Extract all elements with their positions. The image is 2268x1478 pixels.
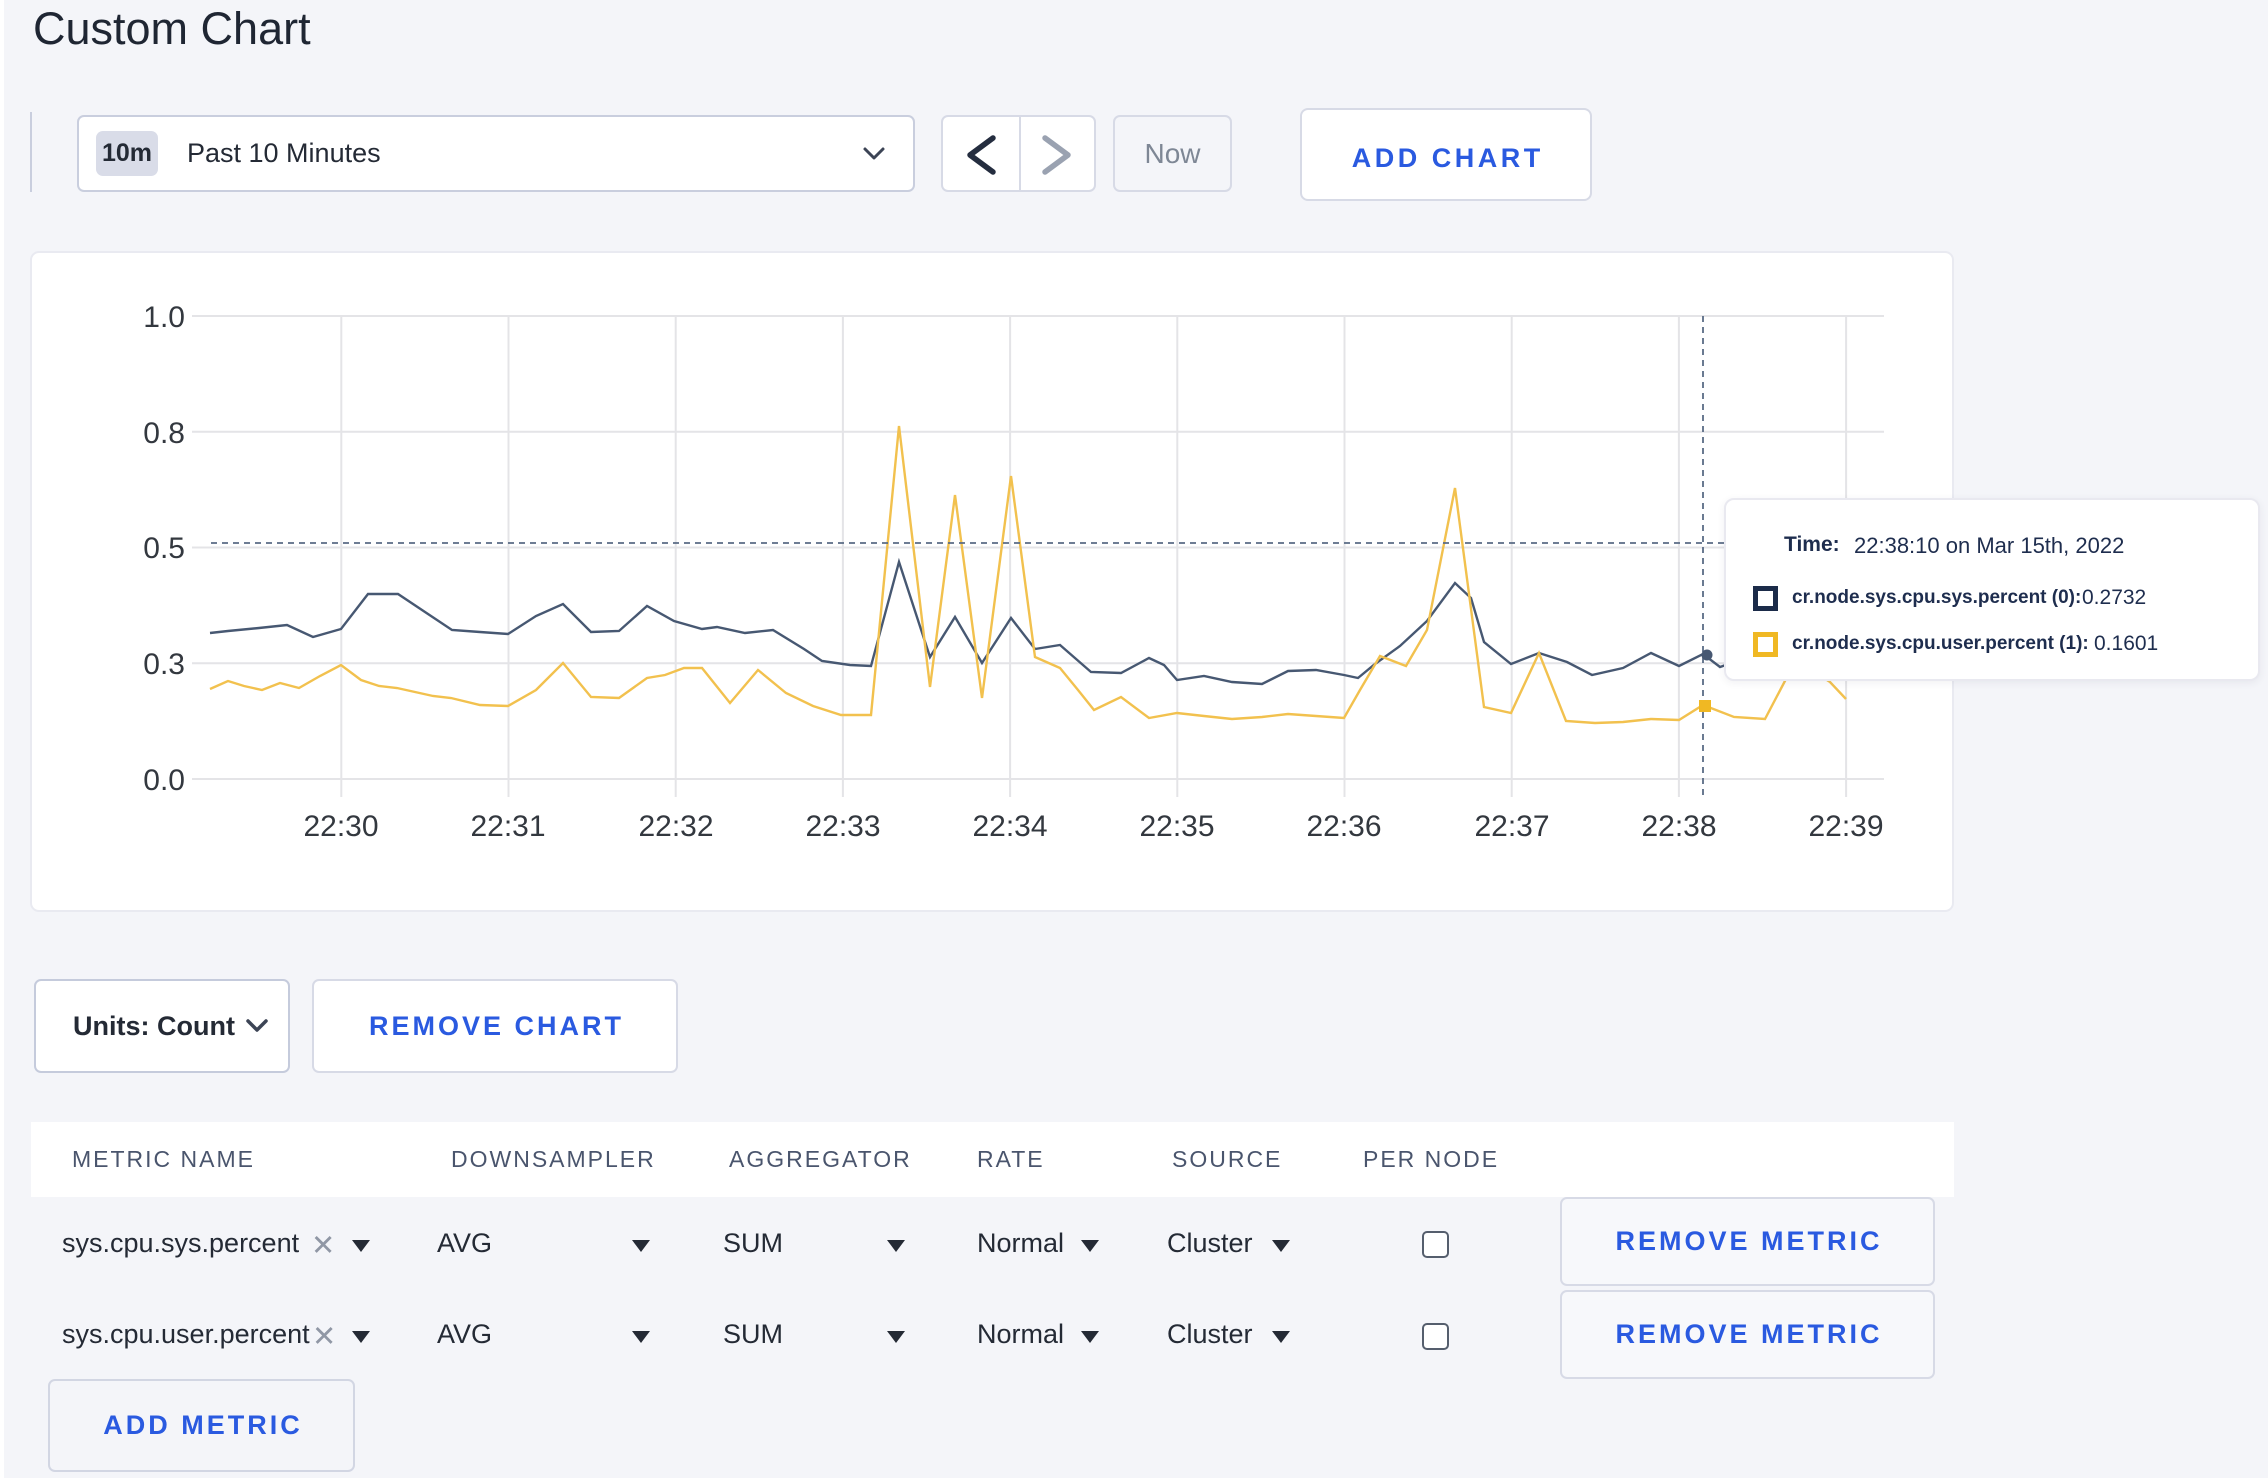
svg-text:22:38: 22:38 (1641, 810, 1716, 843)
svg-text:22:36: 22:36 (1306, 810, 1381, 843)
svg-text:22:34: 22:34 (972, 810, 1047, 843)
svg-text:22:37: 22:37 (1474, 810, 1549, 843)
svg-text:22:33: 22:33 (805, 810, 880, 843)
svg-text:22:35: 22:35 (1139, 810, 1214, 843)
svg-text:1.0: 1.0 (143, 301, 185, 334)
svg-text:0.3: 0.3 (143, 648, 185, 681)
svg-text:22:30: 22:30 (303, 810, 378, 843)
svg-text:0.5: 0.5 (143, 532, 185, 565)
svg-text:0.0: 0.0 (143, 764, 185, 797)
svg-text:22:39: 22:39 (1808, 810, 1883, 843)
svg-text:22:32: 22:32 (638, 810, 713, 843)
svg-text:0.8: 0.8 (143, 417, 185, 450)
svg-text:22:31: 22:31 (470, 810, 545, 843)
